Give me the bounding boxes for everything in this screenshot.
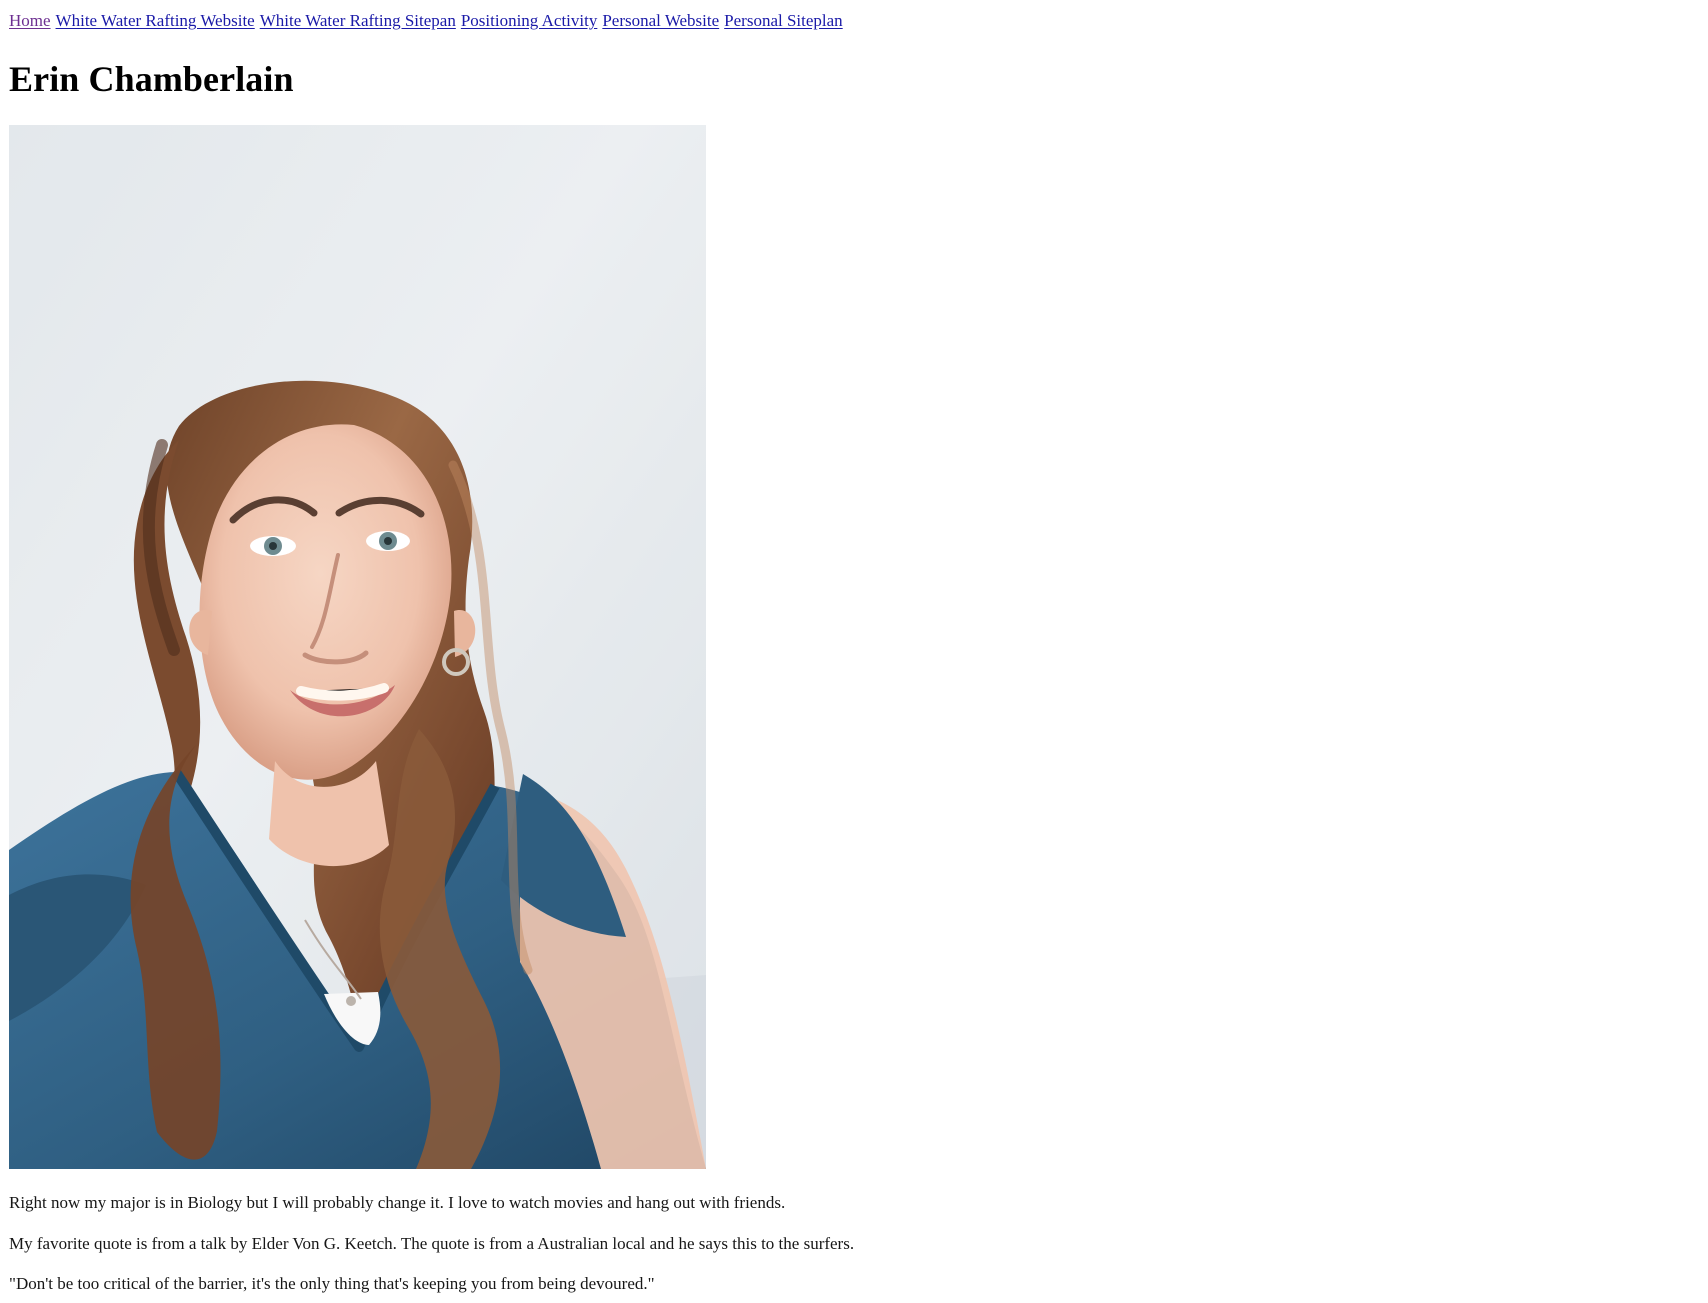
page-title: Erin Chamberlain	[9, 59, 294, 99]
nav-link-home[interactable]: Home	[9, 11, 51, 30]
nav-link-white-water-rafting-sitepan[interactable]: White Water Rafting Sitepan	[260, 11, 456, 30]
bio-paragraph-favorite-quote-context: My favorite quote is from a talk by Elde…	[9, 1234, 855, 1253]
nav-link-white-water-rafting-website[interactable]: White Water Rafting Website	[56, 11, 255, 30]
portrait-photo	[9, 125, 706, 1169]
portrait-photo-icon	[9, 125, 706, 1169]
bio-paragraph-major: Right now my major is in Biology but I w…	[9, 1193, 786, 1212]
top-navigation: Home White Water Rafting Website White Wat…	[9, 7, 848, 35]
nav-link-personal-siteplan[interactable]: Personal Siteplan	[724, 11, 843, 30]
nav-link-personal-website[interactable]: Personal Website	[602, 11, 719, 30]
personal-website-page: Home White Water Rafting Website White Wat…	[0, 0, 1708, 1303]
bio-paragraph-quote: "Don't be too critical of the barrier, i…	[9, 1274, 655, 1293]
nav-link-positioning-activity[interactable]: Positioning Activity	[461, 11, 598, 30]
